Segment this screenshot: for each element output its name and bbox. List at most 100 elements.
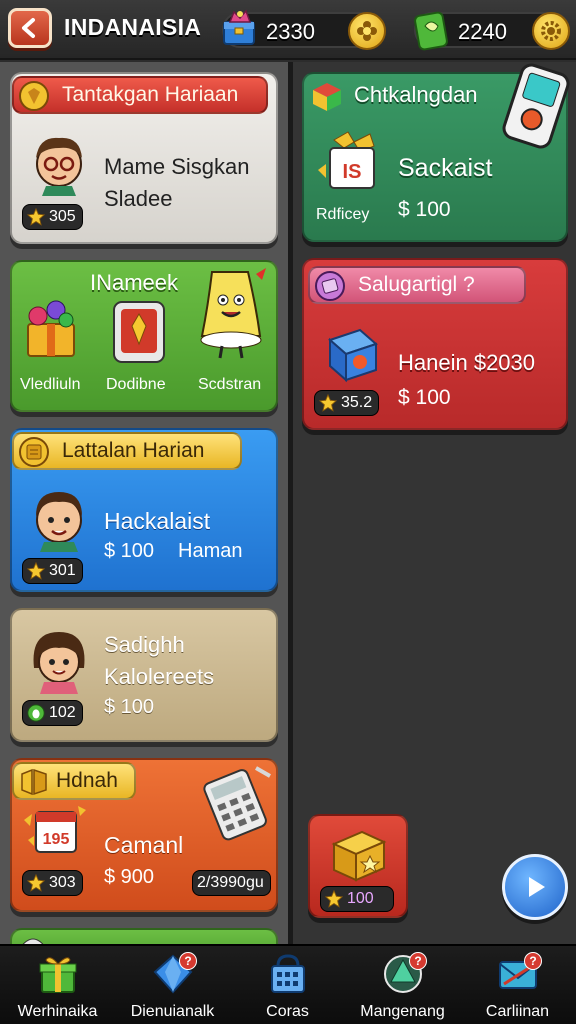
svg-text:IS: IS	[343, 161, 362, 183]
nav-label-werhinaika: Werhinaika	[17, 1003, 98, 1020]
add-toolbox-button[interactable]	[348, 12, 386, 50]
treasure-chest-button[interactable]: 100	[308, 814, 408, 918]
mystery-offer-badge-value: 35.2	[341, 394, 373, 411]
nav-notif-carliinan: ?	[524, 952, 542, 970]
shop-basket-icon	[271, 954, 305, 993]
gift-box-icon	[27, 300, 75, 357]
special-offer-price: $ 100	[398, 198, 451, 221]
reward-title: Camanl	[104, 832, 184, 858]
nav-notif-mangenang: ?	[409, 952, 427, 970]
mystery-offer-card[interactable]: Salugartigl ? Hanein $2030 $ 100 35.2	[302, 258, 568, 430]
daily-task-card[interactable]: Tantakgan Hariaan 305 Mame Sisgkan Slade…	[10, 72, 278, 244]
task-score-value: 305	[49, 208, 76, 225]
training-extra: Haman	[178, 540, 243, 562]
currency-toolbox-amount: 2330	[266, 19, 315, 44]
star-icon	[27, 874, 45, 892]
nav-label-carliinan: Carliinan	[485, 1003, 550, 1020]
training-price: $ 100	[104, 540, 155, 562]
back-arrow-icon	[22, 18, 35, 38]
reward-score-badge: 303	[22, 870, 83, 896]
gold-chest-small-icon	[21, 768, 47, 796]
nav-label-mangenang: Mangenang	[360, 1003, 445, 1020]
special-offer-name: Sackaist	[398, 154, 493, 182]
star-icon	[319, 394, 337, 412]
column-divider	[288, 62, 293, 944]
play-icon	[529, 877, 545, 897]
reward-card[interactable]: Hdnah 195 303 Camanl $ 900 2/3990gu	[10, 758, 278, 912]
character-price: $ 100	[104, 696, 155, 718]
game-device-icon	[502, 63, 570, 149]
green-gem-icon	[414, 11, 448, 51]
special-offer-title: Chtkalngdan	[354, 82, 478, 107]
star-icon	[27, 208, 45, 226]
showcase-item-3-label: Scdstran	[198, 376, 262, 393]
coin-flower-icon	[357, 21, 377, 41]
reward-score-value: 303	[49, 874, 76, 891]
task-score-badge: 305	[22, 204, 83, 230]
toolbox-icon	[223, 9, 255, 45]
daily-training-card[interactable]: Lattalan Harian 301 Hackalaist $ 100 Ham…	[10, 428, 278, 592]
item-showcase-card[interactable]: INameek Vledliuln Dodibne Scdstran	[10, 260, 278, 412]
task-title: Mame Sisgkan	[104, 154, 250, 179]
nav-item-dienuianalk[interactable]: ? Dienuianalk	[115, 950, 230, 1024]
calculator-icon	[203, 766, 271, 841]
mystery-offer-price: $ 100	[398, 386, 451, 409]
currency-gem: 2240	[414, 11, 570, 51]
chest-badge-value: 100	[347, 890, 374, 907]
add-gem-button[interactable]	[532, 12, 570, 50]
mystery-offer-title: Hanein $2030	[398, 350, 536, 375]
golden-tablet-icon	[113, 301, 165, 363]
mystery-offer-ribbon-label: Salugartigl ?	[358, 273, 475, 296]
mascot-character-icon	[200, 268, 266, 359]
reward-counter: 2/3990gu	[192, 870, 271, 896]
daily-training-ribbon: Lattalan Harian	[12, 432, 242, 470]
currency-gem-amount: 2240	[458, 19, 507, 44]
character-card[interactable]: 102 Sadighh Kalolereets $ 100	[10, 608, 278, 742]
gift-calendar-icon: IS	[318, 131, 375, 189]
bottom-navigation: Werhinaika ? Dienuianalk Coras ? Mangena…	[0, 944, 576, 1024]
reward-counter-value: 2/3990gu	[197, 874, 264, 891]
training-score-badge: 301	[22, 558, 83, 584]
svg-text:195: 195	[43, 831, 70, 848]
training-title: Hackalaist	[104, 508, 211, 534]
colorful-cube-icon	[313, 83, 341, 111]
currency-toolbox: 2330	[222, 9, 386, 50]
character-score-badge: 102	[22, 700, 83, 726]
game-title: INDANAISIA	[64, 14, 202, 40]
showcase-item-2-label: Dodibne	[106, 376, 166, 393]
nav-label-coras: Coras	[266, 1003, 309, 1020]
special-offer-card[interactable]: Chtkalngdan IS Sackaist Rdficey $ 100	[302, 63, 570, 242]
coin-gear-icon	[541, 21, 561, 41]
reward-ribbon-label: Hdnah	[56, 769, 118, 792]
daily-task-ribbon-label: Tantakgan Hariaan	[62, 83, 239, 106]
nav-notif-dienuianalk: ?	[179, 952, 197, 970]
green-egg-icon	[27, 704, 45, 722]
daily-training-ribbon-label: Lattalan Harian	[62, 439, 205, 462]
star-icon	[325, 890, 343, 908]
star-icon	[27, 562, 45, 580]
nav-item-werhinaika[interactable]: Werhinaika	[0, 950, 115, 1024]
task-subtitle: Sladee	[104, 186, 173, 211]
reward-price: $ 900	[104, 866, 155, 888]
character-title: Sadighh	[104, 632, 185, 657]
mystery-offer-badge: 35.2	[314, 390, 380, 416]
daily-task-ribbon: Tantakgan Hariaan	[12, 76, 268, 114]
avatar-girl	[33, 632, 85, 694]
nav-item-mangenang[interactable]: ? Mangenang	[345, 950, 460, 1024]
golden-chest-icon	[331, 830, 387, 882]
training-score-value: 301	[49, 562, 76, 579]
calendar-gift-icon: 195	[24, 806, 86, 853]
gold-shield-icon	[19, 81, 49, 111]
nav-label-dienuianalk: Dienuianalk	[130, 1003, 215, 1020]
showcase-item-1-label: Vledliuln	[20, 376, 81, 393]
play-button[interactable]	[502, 854, 568, 920]
chest-badge: 100	[320, 886, 394, 912]
avatar-boy	[36, 492, 82, 552]
avatar-man-glasses	[36, 137, 82, 196]
reward-ribbon: Hdnah	[12, 762, 136, 800]
purple-card-icon	[315, 271, 345, 301]
gift-box-icon	[39, 957, 77, 993]
nav-item-carliinan[interactable]: ? Carliinan	[460, 950, 575, 1024]
back-button[interactable]	[8, 8, 52, 48]
nav-item-coras[interactable]: Coras	[230, 950, 345, 1024]
